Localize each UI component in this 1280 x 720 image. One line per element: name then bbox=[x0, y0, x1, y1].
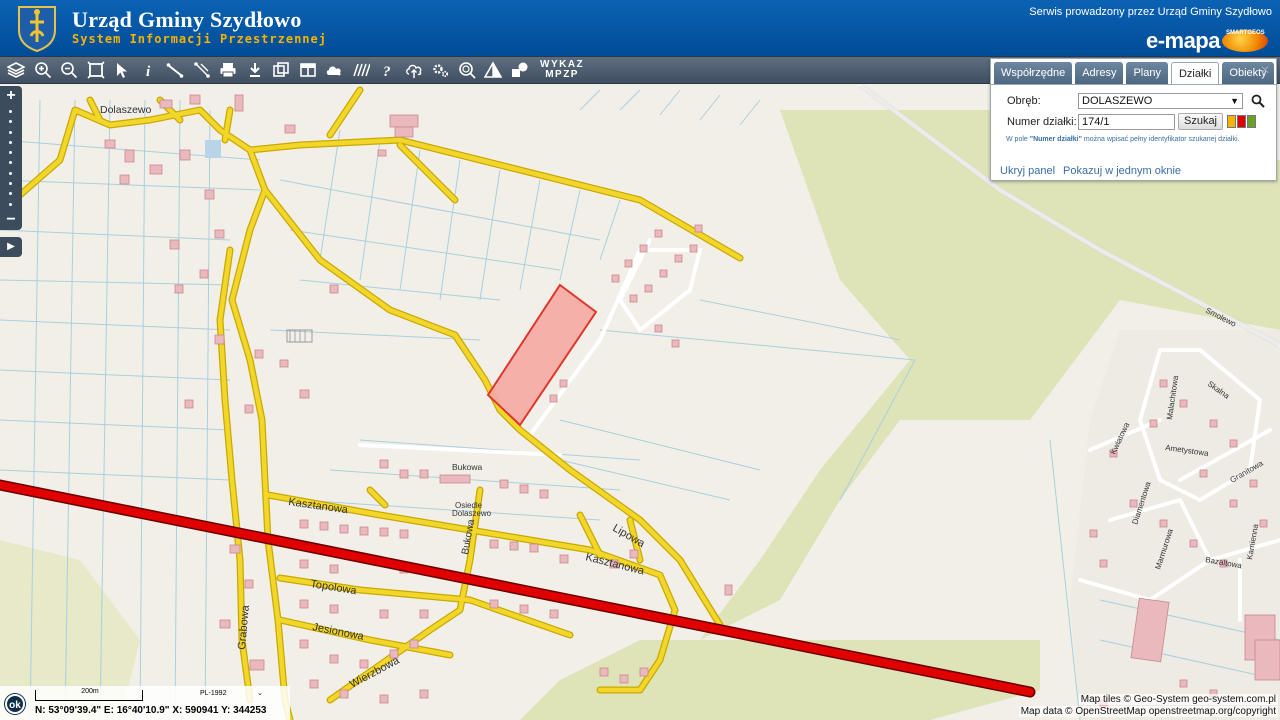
side-panel-toggle[interactable]: ▶ bbox=[0, 237, 22, 257]
measure-line-button[interactable] bbox=[163, 58, 187, 82]
swatch-red[interactable] bbox=[1237, 115, 1246, 128]
hint-field: "Numer działki" bbox=[1029, 136, 1082, 143]
panel-body: Obręb: DOLASZEWO ▼ Numer działki: Szukaj… bbox=[991, 84, 1276, 154]
scale-bar: 200m bbox=[35, 688, 143, 701]
panel-links: Ukryj panel Pokazuj w jednym oknie bbox=[1000, 165, 1181, 177]
measure-line-icon bbox=[166, 63, 184, 78]
help-button[interactable]: ? bbox=[375, 58, 399, 82]
operator-text: Serwis prowadzony przez Urząd Gminy Szyd… bbox=[1029, 6, 1272, 18]
settings-icon bbox=[433, 64, 449, 78]
svg-text:i: i bbox=[146, 64, 151, 79]
help-icon: ? bbox=[383, 64, 391, 79]
szukaj-button[interactable]: Szukaj bbox=[1178, 113, 1223, 130]
select-icon bbox=[117, 63, 127, 78]
copy-icon bbox=[273, 62, 289, 77]
obreb-select[interactable]: DOLASZEWO ▼ bbox=[1078, 93, 1243, 109]
zoom-out-button[interactable] bbox=[57, 58, 81, 82]
emapa-logo[interactable]: e-mapa SMARTGEOS bbox=[1146, 28, 1268, 54]
label-osiedle-dolaszewo: Dolaszewo bbox=[452, 509, 492, 518]
search-icon[interactable] bbox=[1251, 94, 1265, 108]
full-extent-icon bbox=[86, 61, 105, 79]
brand-text: e-mapa bbox=[1145, 28, 1221, 53]
scale-label: 200m bbox=[81, 688, 99, 695]
share-button[interactable] bbox=[508, 58, 532, 82]
wykaz-line2: MPZP bbox=[545, 69, 579, 80]
upload-icon bbox=[405, 64, 421, 78]
wykaz-mpzp-button[interactable]: WYKAZ MPZP bbox=[540, 60, 584, 80]
swatch-yellow[interactable] bbox=[1227, 115, 1236, 128]
color-swatches[interactable] bbox=[1227, 115, 1256, 128]
window-icon bbox=[299, 63, 316, 77]
search-panel: Współrzędne Adresy Plany Działki Obiekty… bbox=[990, 58, 1277, 181]
coat-of-arms-icon bbox=[18, 6, 56, 52]
download-button[interactable] bbox=[243, 58, 267, 82]
header-subtitle: System Informacji Przestrzennej bbox=[72, 32, 327, 46]
warning-icon bbox=[484, 61, 502, 78]
window-button[interactable] bbox=[296, 58, 320, 82]
tab-dzialki[interactable]: Działki bbox=[1170, 62, 1220, 84]
settings-button[interactable] bbox=[428, 58, 452, 82]
hint-suffix: można wpisać pełny identyfikator szukane… bbox=[1083, 136, 1240, 143]
obreb-value: DOLASZEWO bbox=[1082, 95, 1153, 107]
print-icon bbox=[220, 63, 236, 78]
cloud-button[interactable] bbox=[322, 58, 346, 82]
share-icon bbox=[511, 62, 527, 77]
numer-dzialki-input[interactable] bbox=[1078, 114, 1175, 130]
full-extent-button[interactable] bbox=[84, 58, 108, 82]
print-button[interactable] bbox=[216, 58, 240, 82]
zoom-in-icon bbox=[34, 62, 51, 79]
zoom-in-button[interactable] bbox=[31, 58, 55, 82]
brand-badge: SMARTGEOS bbox=[1226, 30, 1265, 36]
close-icon[interactable]: ✕ bbox=[1259, 64, 1271, 76]
warning-button[interactable] bbox=[481, 58, 505, 82]
zoom-minus-button[interactable]: − bbox=[0, 211, 22, 229]
zoom-control: + − bbox=[0, 86, 22, 230]
zoom-out-icon bbox=[61, 62, 78, 79]
label-bukowa: Bukowa bbox=[452, 462, 483, 472]
hint-prefix: W pole bbox=[1006, 136, 1028, 143]
search-zoom-icon bbox=[458, 62, 476, 79]
hide-panel-link[interactable]: Ukryj panel bbox=[1000, 165, 1055, 177]
one-window-link[interactable]: Pokazuj w jednym oknie bbox=[1063, 165, 1181, 177]
hatch-button[interactable] bbox=[349, 58, 373, 82]
ok-badge[interactable]: ok bbox=[5, 694, 25, 714]
measure-area-icon bbox=[193, 62, 210, 78]
coordinates-readout: N: 53°09'39.4" E: 16°40'10.9" X: 590941 … bbox=[35, 705, 267, 716]
hatch-icon bbox=[352, 63, 370, 77]
attribution-data: Map data © OpenStreetMap openstreetmap.o… bbox=[1018, 706, 1278, 717]
cloud-icon bbox=[326, 66, 341, 76]
tab-adresy[interactable]: Adresy bbox=[1075, 62, 1124, 84]
upload-button[interactable] bbox=[402, 58, 426, 82]
brand-logo-icon: SMARTGEOS bbox=[1222, 30, 1268, 52]
swatch-green[interactable] bbox=[1247, 115, 1256, 128]
search-zoom-button[interactable] bbox=[455, 58, 479, 82]
info-button[interactable]: i bbox=[137, 58, 161, 82]
header-title: Urząd Gminy Szydłowo bbox=[72, 7, 302, 32]
zoom-plus-button[interactable]: + bbox=[0, 87, 22, 105]
svg-text:?: ? bbox=[383, 64, 391, 79]
header-bar: Urząd Gminy Szydłowo System Informacji P… bbox=[0, 0, 1280, 56]
download-icon bbox=[249, 63, 260, 77]
measure-area-button[interactable] bbox=[190, 58, 214, 82]
panel-tabs: Współrzędne Adresy Plany Działki Obiekty bbox=[994, 62, 1274, 84]
layers-icon bbox=[7, 62, 25, 78]
label-dolaszewo: Dolaszewo bbox=[100, 104, 152, 116]
obreb-label: Obręb: bbox=[1007, 95, 1041, 107]
select-button[interactable] bbox=[110, 58, 134, 82]
water-pond bbox=[205, 140, 221, 158]
copy-button[interactable] bbox=[269, 58, 293, 82]
crs-select[interactable]: PL-1992 bbox=[200, 690, 226, 697]
layers-button[interactable] bbox=[4, 58, 28, 82]
chevron-down-icon[interactable]: ⌄ bbox=[257, 689, 263, 697]
app-window: Urząd Gminy Szydłowo System Informacji P… bbox=[0, 0, 1280, 720]
chevron-down-icon: ▼ bbox=[1230, 96, 1239, 106]
attribution-tiles: Map tiles © Geo-System geo-system.com.pl bbox=[1078, 694, 1278, 705]
zoom-slider[interactable] bbox=[9, 110, 13, 213]
tab-wspolrzedne[interactable]: Współrzędne bbox=[994, 62, 1073, 84]
hint-text: W pole "Numer działki" można wpisać pełn… bbox=[1006, 136, 1240, 143]
tab-plany[interactable]: Plany bbox=[1126, 62, 1168, 84]
info-icon: i bbox=[146, 64, 151, 79]
numer-dzialki-label: Numer działki: bbox=[1007, 116, 1077, 128]
